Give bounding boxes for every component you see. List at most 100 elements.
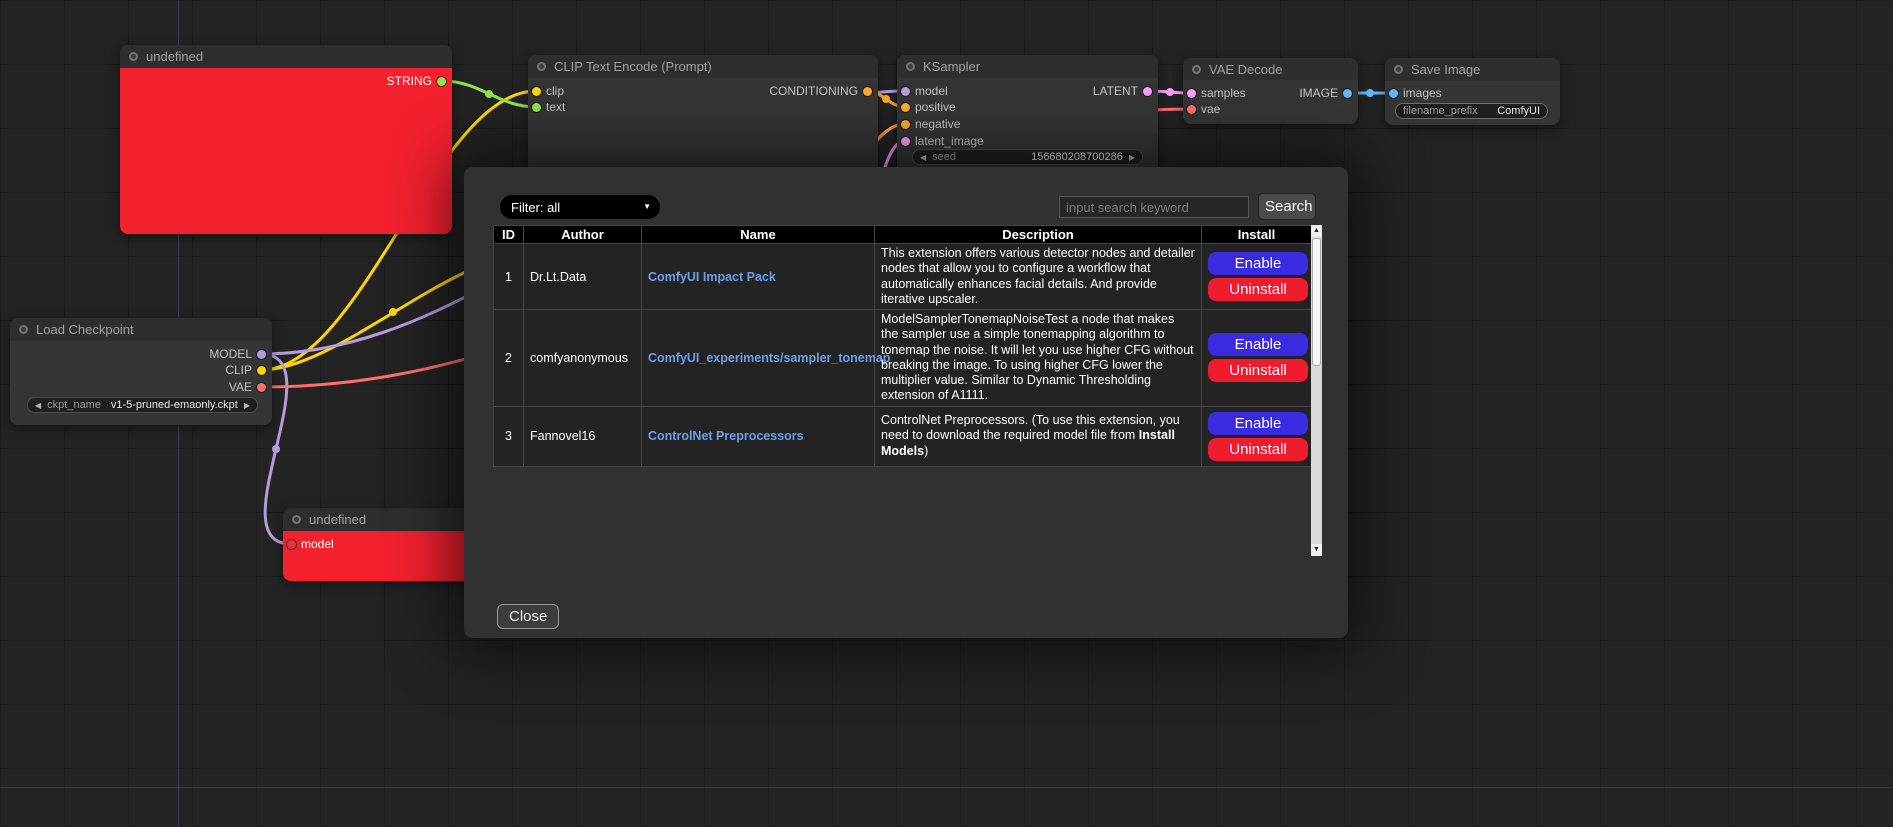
output-slot-model[interactable]: MODEL bbox=[209, 347, 266, 361]
enable-button[interactable]: Enable bbox=[1208, 252, 1308, 275]
slot-label: text bbox=[546, 100, 565, 114]
collapse-dot-icon[interactable] bbox=[19, 325, 28, 334]
slot-dot-icon[interactable] bbox=[257, 383, 266, 392]
collapse-dot-icon[interactable] bbox=[1394, 65, 1403, 74]
slot-label: LATENT bbox=[1093, 84, 1138, 98]
node-title-bar[interactable]: VAE Decode bbox=[1183, 58, 1358, 80]
widget-label: filename_prefix bbox=[1403, 105, 1478, 117]
node-title-bar[interactable]: KSampler bbox=[897, 55, 1158, 78]
table-row: 3 Fannovel16 ControlNet Preprocessors Co… bbox=[494, 406, 1312, 466]
node-undefined-top[interactable]: undefined STRING bbox=[120, 45, 452, 234]
output-slot-latent[interactable]: LATENT bbox=[1093, 84, 1152, 98]
input-slot-text[interactable]: text bbox=[532, 100, 565, 114]
slot-label: negative bbox=[915, 117, 960, 131]
prev-arrow-icon[interactable] bbox=[35, 401, 41, 410]
node-title: undefined bbox=[309, 512, 366, 527]
cell-author: Dr.Lt.Data bbox=[524, 244, 642, 310]
node-title: CLIP Text Encode (Prompt) bbox=[554, 59, 712, 74]
widget-value: ComfyUI bbox=[1497, 105, 1540, 117]
extension-link[interactable]: ControlNet Preprocessors bbox=[648, 429, 804, 443]
slot-label: latent_image bbox=[915, 134, 984, 148]
node-vae-decode[interactable]: VAE Decode samples vae IMAGE bbox=[1183, 58, 1358, 124]
search-input[interactable] bbox=[1059, 196, 1249, 218]
slot-dot-icon[interactable] bbox=[287, 540, 296, 549]
slot-dot-icon[interactable] bbox=[1389, 89, 1398, 98]
seed-widget[interactable]: seed 156680208700286 bbox=[912, 149, 1143, 165]
collapse-dot-icon[interactable] bbox=[1192, 65, 1201, 74]
slot-dot-icon[interactable] bbox=[437, 77, 446, 86]
node-title-bar[interactable]: Save Image bbox=[1385, 58, 1560, 81]
uninstall-button[interactable]: Uninstall bbox=[1208, 438, 1308, 461]
enable-button[interactable]: Enable bbox=[1208, 333, 1308, 356]
node-clip-text-encode[interactable]: CLIP Text Encode (Prompt) clip text COND… bbox=[528, 55, 878, 178]
input-slot-model[interactable]: model bbox=[287, 537, 334, 551]
collapse-dot-icon[interactable] bbox=[129, 52, 138, 61]
scroll-up-arrow-icon[interactable]: ▲ bbox=[1311, 225, 1322, 237]
filename-prefix-widget[interactable]: filename_prefix ComfyUI bbox=[1395, 103, 1548, 119]
extension-table: ID Author Name Description Install 1 Dr.… bbox=[493, 225, 1312, 467]
input-slot-positive[interactable]: positive bbox=[901, 100, 956, 114]
collapse-dot-icon[interactable] bbox=[292, 515, 301, 524]
node-save-image[interactable]: Save Image images filename_prefix ComfyU… bbox=[1385, 58, 1560, 125]
uninstall-button[interactable]: Uninstall bbox=[1208, 359, 1308, 382]
slot-dot-icon[interactable] bbox=[532, 87, 541, 96]
input-slot-vae[interactable]: vae bbox=[1187, 102, 1220, 116]
slot-label: IMAGE bbox=[1299, 86, 1338, 100]
ckpt-name-widget[interactable]: ckpt_name v1-5-pruned-emaonly.ckpt bbox=[27, 397, 258, 413]
cell-id: 2 bbox=[494, 310, 524, 407]
slot-dot-icon[interactable] bbox=[901, 120, 910, 129]
slot-dot-icon[interactable] bbox=[901, 103, 910, 112]
slot-dot-icon[interactable] bbox=[901, 137, 910, 146]
enable-button[interactable]: Enable bbox=[1208, 412, 1308, 435]
node-title-bar[interactable]: CLIP Text Encode (Prompt) bbox=[528, 55, 878, 78]
table-scrollbar[interactable]: ▲ ▼ bbox=[1311, 225, 1322, 556]
scroll-down-arrow-icon[interactable]: ▼ bbox=[1311, 544, 1322, 556]
input-slot-negative[interactable]: negative bbox=[901, 117, 960, 131]
slot-label: model bbox=[301, 537, 334, 551]
widget-label: ckpt_name bbox=[47, 399, 101, 411]
collapse-dot-icon[interactable] bbox=[537, 62, 546, 71]
output-slot-vae[interactable]: VAE bbox=[229, 380, 266, 394]
output-slot-image[interactable]: IMAGE bbox=[1299, 86, 1352, 100]
next-arrow-icon[interactable] bbox=[244, 401, 250, 410]
input-slot-clip[interactable]: clip bbox=[532, 84, 564, 98]
node-load-checkpoint[interactable]: Load Checkpoint MODEL CLIP VAE ckpt_name… bbox=[10, 318, 272, 425]
decrement-arrow-icon[interactable] bbox=[920, 153, 926, 162]
slot-dot-icon[interactable] bbox=[863, 87, 872, 96]
table-row: 1 Dr.Lt.Data ComfyUI Impact Pack This ex… bbox=[494, 244, 1312, 310]
extension-table-scroll[interactable]: ID Author Name Description Install 1 Dr.… bbox=[493, 225, 1322, 556]
slot-dot-icon[interactable] bbox=[257, 350, 266, 359]
node-graph-canvas[interactable]: undefined STRING CLIP Text Encode (Promp… bbox=[0, 0, 1893, 827]
slot-dot-icon[interactable] bbox=[1187, 105, 1196, 114]
uninstall-button[interactable]: Uninstall bbox=[1208, 278, 1308, 301]
collapse-dot-icon[interactable] bbox=[906, 62, 915, 71]
slot-label: images bbox=[1403, 86, 1442, 100]
output-slot-string[interactable]: STRING bbox=[387, 74, 446, 88]
output-slot-clip[interactable]: CLIP bbox=[225, 363, 266, 377]
output-slot-conditioning[interactable]: CONDITIONING bbox=[769, 84, 872, 98]
extension-link[interactable]: ComfyUI_experiments/sampler_tonemap bbox=[648, 351, 890, 365]
slot-label: STRING bbox=[387, 74, 432, 88]
slot-dot-icon[interactable] bbox=[257, 366, 266, 375]
input-slot-model[interactable]: model bbox=[901, 84, 948, 98]
input-slot-samples[interactable]: samples bbox=[1187, 86, 1246, 100]
slot-dot-icon[interactable] bbox=[1143, 87, 1152, 96]
node-title-bar[interactable]: Load Checkpoint bbox=[10, 318, 272, 341]
slot-dot-icon[interactable] bbox=[532, 103, 541, 112]
slot-dot-icon[interactable] bbox=[901, 87, 910, 96]
extension-list-dialog: Filter: all ▼ Search ID Author Name Desc… bbox=[464, 167, 1348, 638]
increment-arrow-icon[interactable] bbox=[1129, 153, 1135, 162]
search-button[interactable]: Search bbox=[1258, 193, 1316, 220]
close-button[interactable]: Close bbox=[497, 604, 559, 629]
slot-label: positive bbox=[915, 100, 956, 114]
table-header-row: ID Author Name Description Install bbox=[494, 226, 1312, 244]
input-slot-images[interactable]: images bbox=[1389, 86, 1442, 100]
node-title-bar[interactable]: undefined bbox=[120, 45, 452, 68]
slot-dot-icon[interactable] bbox=[1343, 89, 1352, 98]
input-slot-latent-image[interactable]: latent_image bbox=[901, 134, 984, 148]
extension-link[interactable]: ComfyUI Impact Pack bbox=[648, 270, 776, 284]
slot-label: MODEL bbox=[209, 347, 252, 361]
filter-select[interactable]: Filter: all bbox=[500, 195, 660, 219]
scrollbar-thumb[interactable] bbox=[1312, 238, 1321, 366]
slot-dot-icon[interactable] bbox=[1187, 89, 1196, 98]
